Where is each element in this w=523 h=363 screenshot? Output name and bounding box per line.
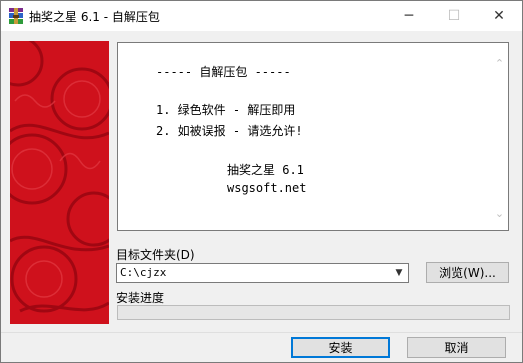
destination-folder-label: 目标文件夹(D) [116,248,195,262]
info-line: 抽奖之星 6.1 [227,163,304,177]
maximize-button[interactable]: ☐ [432,1,476,31]
install-progress-label: 安装进度 [116,291,165,305]
destination-folder-combobox[interactable]: C:\cjzx ▼ [116,263,409,283]
scroll-down-icon[interactable]: ⌄ [491,205,508,222]
title-bar[interactable]: 抽奖之星 6.1 - 自解压包 ─ ☐ ✕ [1,1,522,31]
info-text-content: ----- 自解压包 ----- 1. 绿色软件 - 解压即用 2. 如被误报 … [118,43,492,230]
info-line: ----- 自解压包 ----- [156,65,291,79]
scroll-up-icon[interactable]: ⌃ [491,55,508,72]
info-line: wsgsoft.net [227,181,307,195]
cancel-button[interactable]: 取消 [407,337,506,358]
minimize-button[interactable]: ─ [387,1,431,31]
window-title: 抽奖之星 6.1 - 自解压包 [29,10,160,24]
close-button[interactable]: ✕ [477,1,521,31]
info-line: 2. 如被误报 - 请选允许! [156,124,303,138]
destination-folder-value[interactable]: C:\cjzx [120,266,166,279]
footer-divider [1,332,522,333]
browse-button[interactable]: 浏览(W)... [426,262,509,283]
install-progress-bar [117,305,510,320]
info-line: 1. 绿色软件 - 解压即用 [156,103,296,117]
info-text-box[interactable]: ----- 自解压包 ----- 1. 绿色软件 - 解压即用 2. 如被误报 … [117,42,509,231]
winrar-archive-icon [7,7,25,25]
sfx-dialog-window: 抽奖之星 6.1 - 自解压包 ─ ☐ ✕ ----- 自解压包 ----- 1… [0,0,523,363]
decorative-banner-image [10,41,109,324]
chevron-down-icon[interactable]: ▼ [392,265,406,281]
vertical-scrollbar[interactable]: ⌃ ⌄ [491,43,508,230]
install-button[interactable]: 安装 [291,337,390,358]
